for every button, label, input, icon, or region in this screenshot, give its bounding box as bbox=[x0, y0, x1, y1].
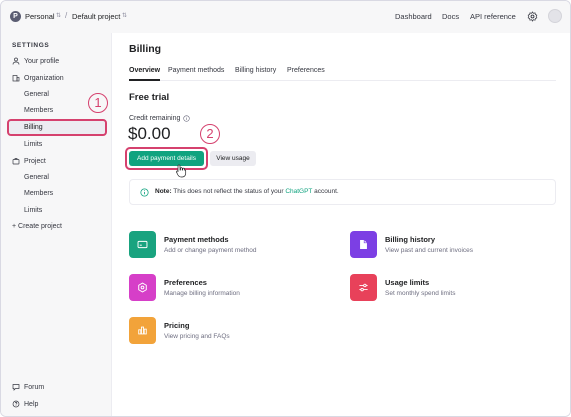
top-bar: P Personal ⇅ / Default project ⇅ Dashboa… bbox=[1, 1, 570, 33]
card-icon-bg bbox=[129, 231, 156, 258]
card-preferences[interactable]: Preferences Manage billing information bbox=[129, 274, 329, 302]
sidebar-item-project-members[interactable]: Members bbox=[24, 190, 53, 197]
chevron-updown-icon[interactable]: ⇅ bbox=[56, 12, 61, 19]
info-circle-icon bbox=[140, 188, 149, 197]
chevron-updown-icon[interactable]: ⇅ bbox=[122, 12, 127, 19]
chatgpt-link[interactable]: ChatGPT bbox=[285, 188, 312, 195]
card-icon-bg bbox=[350, 274, 377, 301]
hand-cursor-icon bbox=[176, 164, 187, 178]
app-window: P Personal ⇅ / Default project ⇅ Dashboa… bbox=[0, 0, 571, 417]
sidebar-item-org-members[interactable]: Members bbox=[24, 107, 53, 114]
credit-label-text: Credit remaining bbox=[129, 115, 181, 122]
project-switcher[interactable]: Default project bbox=[72, 12, 120, 21]
active-tab-indicator bbox=[129, 79, 160, 81]
sidebar-item-forum[interactable]: Forum bbox=[12, 383, 44, 391]
sidebar-item-project[interactable]: Project bbox=[12, 157, 46, 165]
user-icon bbox=[12, 57, 20, 65]
card-title: Billing history bbox=[385, 235, 436, 244]
section-title: Free trial bbox=[129, 92, 170, 103]
note-bold: Note: bbox=[155, 188, 172, 195]
credit-label: Credit remaining bbox=[129, 115, 190, 122]
tab-billing-history[interactable]: Billing history bbox=[235, 67, 276, 74]
sidebar-item-help[interactable]: Help bbox=[12, 400, 38, 408]
settings-hex-icon bbox=[138, 282, 147, 293]
sliders-icon bbox=[359, 283, 368, 292]
nav-link-docs[interactable]: Docs bbox=[442, 12, 459, 21]
sidebar-item-org-limits[interactable]: Limits bbox=[24, 141, 42, 148]
gear-icon[interactable] bbox=[527, 11, 538, 22]
sidebar-item-project-general[interactable]: General bbox=[24, 174, 49, 181]
briefcase-icon bbox=[12, 158, 20, 165]
card-title: Pricing bbox=[164, 321, 190, 330]
sidebar-item-org-general[interactable]: General bbox=[24, 91, 49, 98]
org-avatar[interactable]: P bbox=[10, 11, 21, 22]
card-desc: Add or change payment method bbox=[164, 247, 257, 254]
breadcrumb-separator: / bbox=[65, 11, 68, 20]
create-project-button[interactable]: + Create project bbox=[12, 223, 62, 230]
credit-value: $0.00 bbox=[128, 124, 171, 143]
note-text: Note: This does not reflect the status o… bbox=[155, 188, 339, 195]
bar-chart-icon bbox=[138, 326, 147, 335]
card-usage-limits[interactable]: Usage limits Set monthly spend limits bbox=[350, 274, 550, 302]
tab-payment-methods[interactable]: Payment methods bbox=[168, 67, 224, 74]
note-body: This does not reflect the status of your bbox=[171, 188, 286, 195]
step-callout-2: 2 bbox=[200, 124, 220, 144]
card-title: Payment methods bbox=[164, 235, 229, 244]
card-desc: Manage billing information bbox=[164, 290, 240, 297]
view-usage-button[interactable]: View usage bbox=[210, 151, 256, 166]
sidebar-section-label: SETTINGS bbox=[12, 42, 50, 49]
card-desc: Set monthly spend limits bbox=[385, 290, 456, 297]
card-desc: View pricing and FAQs bbox=[164, 333, 230, 340]
help-circle-icon bbox=[12, 400, 20, 408]
card-billing-history[interactable]: Billing history View past and current in… bbox=[350, 231, 550, 259]
sidebar-item-label: Organization bbox=[24, 74, 64, 82]
user-avatar[interactable] bbox=[548, 9, 562, 23]
card-desc: View past and current invoices bbox=[385, 247, 474, 254]
main-content: Billing Overview Payment methods Billing… bbox=[113, 33, 570, 416]
nav-link-dashboard[interactable]: Dashboard bbox=[395, 12, 432, 21]
note-banner: Note: This does not reflect the status o… bbox=[129, 179, 556, 205]
chat-bubble-icon bbox=[12, 384, 20, 391]
note-end: account. bbox=[312, 188, 339, 195]
page-title: Billing bbox=[129, 43, 162, 55]
nav-link-api-reference[interactable]: API reference bbox=[470, 12, 516, 21]
card-title: Usage limits bbox=[385, 278, 430, 287]
sidebar-item-label: Your profile bbox=[24, 57, 60, 65]
sidebar-item-label: Forum bbox=[24, 383, 45, 391]
tab-preferences[interactable]: Preferences bbox=[287, 67, 325, 74]
card-icon-bg bbox=[129, 274, 156, 301]
sidebar-item-organization[interactable]: Organization bbox=[12, 74, 64, 82]
sidebar-item-project-limits[interactable]: Limits bbox=[24, 207, 42, 214]
card-title: Preferences bbox=[164, 278, 207, 287]
card-icon-bg bbox=[350, 231, 377, 258]
tab-divider bbox=[129, 80, 556, 81]
sidebar-item-label: Help bbox=[24, 400, 39, 408]
step-callout-1: 1 bbox=[88, 93, 108, 113]
sidebar-item-your-profile[interactable]: Your profile bbox=[12, 57, 59, 65]
document-icon bbox=[360, 240, 367, 249]
sidebar: SETTINGS Your profile Organization Gener… bbox=[1, 33, 112, 416]
credit-card-icon bbox=[137, 240, 148, 249]
card-payment-methods[interactable]: Payment methods Add or change payment me… bbox=[129, 231, 329, 259]
org-switcher[interactable]: Personal bbox=[25, 12, 55, 21]
add-payment-details-button[interactable]: Add payment details bbox=[129, 151, 204, 166]
tab-overview[interactable]: Overview bbox=[129, 67, 160, 74]
card-icon-bg bbox=[129, 317, 156, 344]
sidebar-item-label: Project bbox=[24, 157, 46, 165]
building-icon bbox=[12, 75, 20, 82]
sidebar-item-label: Billing bbox=[24, 124, 43, 131]
card-pricing[interactable]: Pricing View pricing and FAQs bbox=[129, 317, 329, 345]
info-icon[interactable] bbox=[183, 115, 190, 122]
sidebar-item-billing[interactable]: Billing bbox=[7, 119, 107, 136]
